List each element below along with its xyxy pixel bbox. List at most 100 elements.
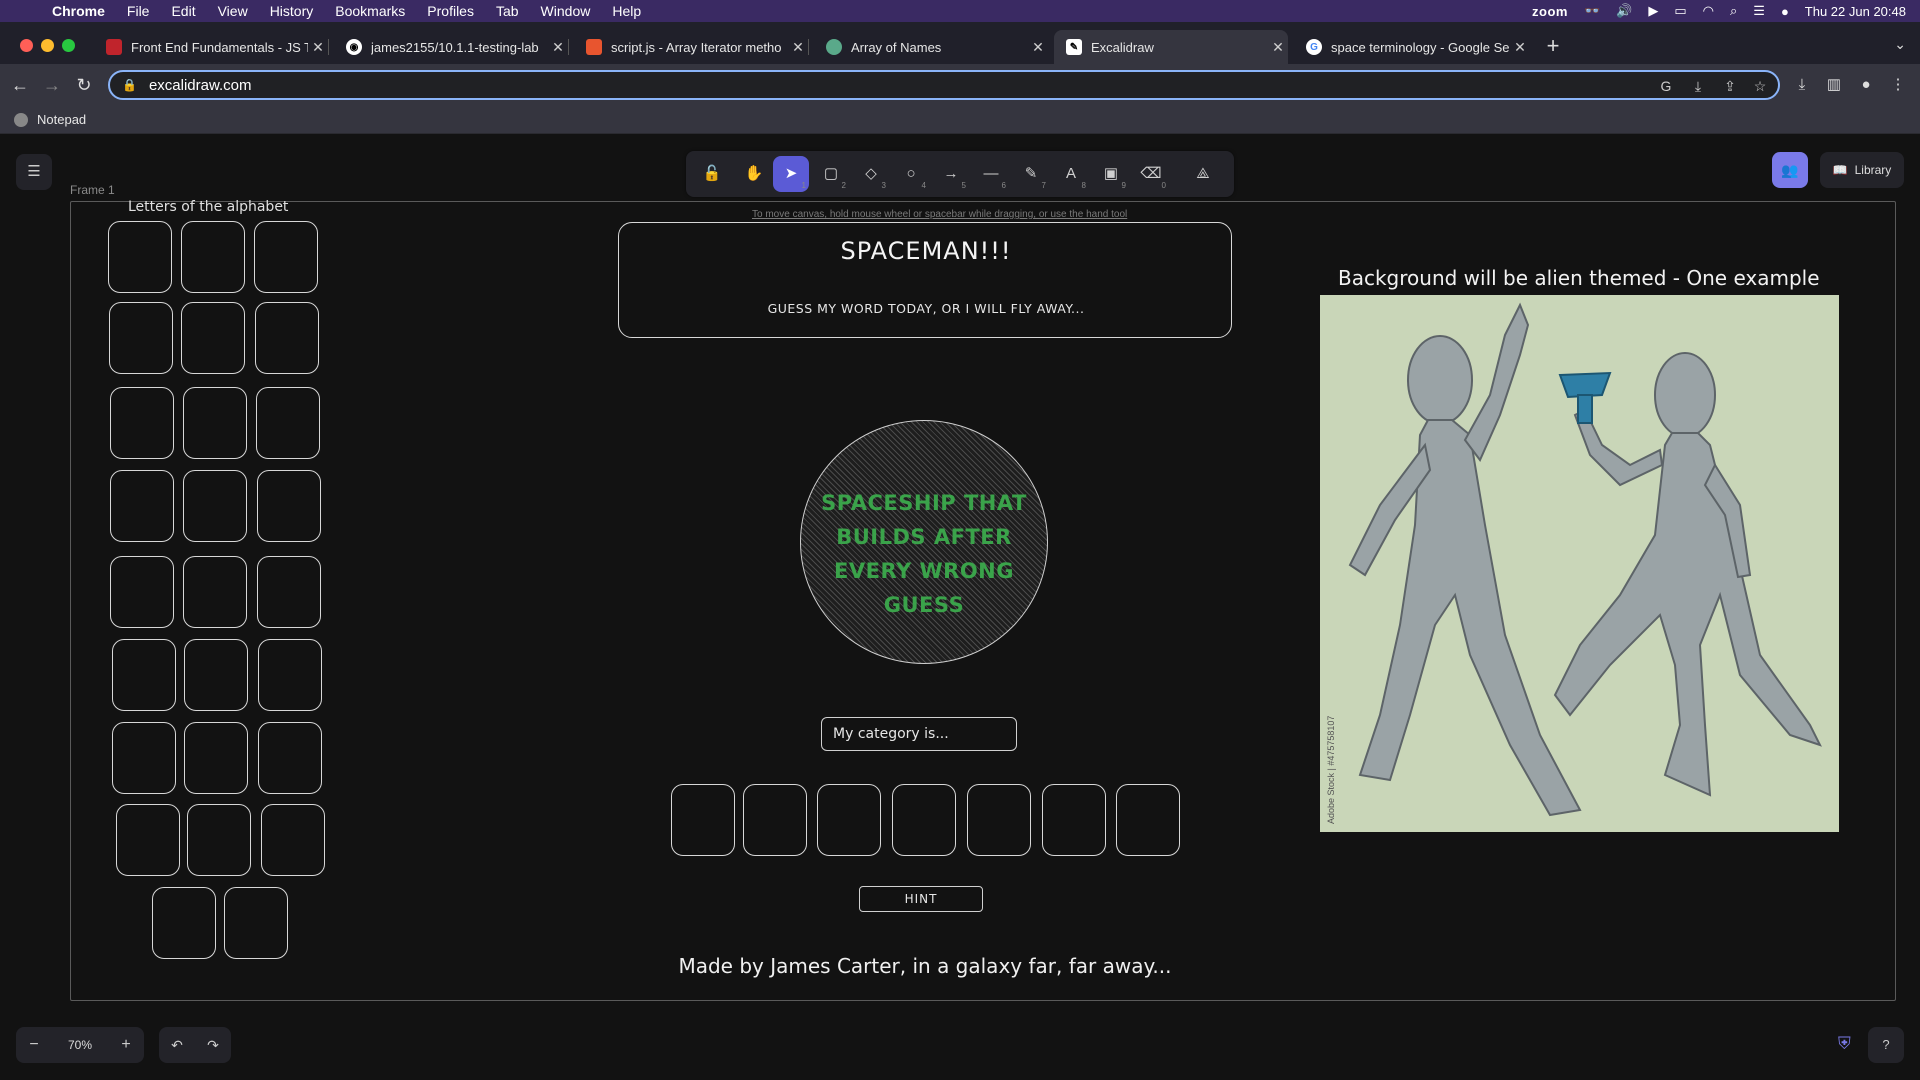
menu-help[interactable]: Help <box>612 3 641 19</box>
menu-file[interactable]: File <box>127 3 150 19</box>
library-button[interactable]: 📖 Library <box>1820 152 1904 188</box>
address-bar[interactable]: 🔒 excalidraw.com G ⤓ ⇪ ☆ <box>108 70 1780 100</box>
letter-box[interactable] <box>258 722 322 794</box>
profile-icon[interactable]: ● <box>1854 73 1878 97</box>
letter-box[interactable] <box>254 221 318 293</box>
tab-github-repo[interactable]: ◉ james2155/10.1.1-testing-lab ✕ <box>334 30 569 64</box>
close-tab-icon[interactable]: ✕ <box>1510 39 1530 56</box>
close-tab-icon[interactable]: ✕ <box>1028 39 1048 56</box>
tab-script-js[interactable]: script.js - Array Iterator metho ✕ <box>574 30 809 64</box>
letter-box[interactable] <box>110 556 174 628</box>
arrow-tool-icon[interactable]: → 5 <box>933 156 969 192</box>
eraser-tool-icon[interactable]: ⌫ 0 <box>1133 156 1169 192</box>
letter-box[interactable] <box>181 302 245 374</box>
tab-array-of-names[interactable]: Array of Names ✕ <box>814 30 1048 64</box>
word-slot[interactable] <box>743 784 807 856</box>
clock[interactable]: Thu 22 Jun 20:48 <box>1805 4 1906 19</box>
footer-credit[interactable]: Made by James Carter, in a galaxy far, f… <box>560 954 1290 978</box>
letter-box[interactable] <box>187 804 251 876</box>
frame-label[interactable]: Frame 1 <box>70 183 115 197</box>
letter-box[interactable] <box>184 722 248 794</box>
tab-search-chevron-icon[interactable]: ⌄ <box>1894 36 1906 53</box>
close-window-button[interactable] <box>20 39 33 52</box>
letter-box[interactable] <box>256 387 320 459</box>
letter-box[interactable] <box>152 887 216 959</box>
close-tab-icon[interactable]: ✕ <box>548 39 568 56</box>
menu-bookmarks[interactable]: Bookmarks <box>335 3 405 19</box>
hint-button[interactable]: HINT <box>859 886 983 912</box>
letter-box[interactable] <box>110 387 174 459</box>
text-tool-icon[interactable]: A8 <box>1053 156 1089 192</box>
menu-profiles[interactable]: Profiles <box>427 3 474 19</box>
letter-box[interactable] <box>258 639 322 711</box>
menu-view[interactable]: View <box>218 3 248 19</box>
control-center-icon[interactable]: ☰ <box>1753 3 1765 19</box>
close-tab-icon[interactable]: ✕ <box>1268 39 1288 56</box>
letter-box[interactable] <box>181 221 245 293</box>
word-slot[interactable] <box>817 784 881 856</box>
line-tool-icon[interactable]: —6 <box>973 156 1009 192</box>
siri-icon[interactable]: ● <box>1781 4 1789 19</box>
play-icon[interactable]: ▶ <box>1648 3 1658 19</box>
menu-app-name[interactable]: Chrome <box>52 3 105 19</box>
letters-title[interactable]: Letters of the alphabet <box>128 199 288 215</box>
letter-box[interactable] <box>183 556 247 628</box>
bookmark-notepad[interactable]: Notepad <box>14 112 86 127</box>
new-tab-button[interactable]: + <box>1540 34 1566 60</box>
share-icon[interactable]: ⇪ <box>1720 76 1740 96</box>
glasses-icon[interactable]: 👓 <box>1584 3 1600 19</box>
main-menu-icon[interactable]: ☰ <box>16 154 52 190</box>
category-box[interactable]: My category is... <box>821 717 1017 751</box>
tab-google-search[interactable]: G space terminology - Google Se ✕ <box>1294 30 1530 64</box>
letter-box[interactable] <box>108 221 172 293</box>
tab-front-end-fundamentals[interactable]: Front End Fundamentals - JS T ✕ <box>94 30 329 64</box>
background-caption[interactable]: Background will be alien themed - One ex… <box>1338 266 1820 290</box>
zoom-level[interactable]: 70% <box>52 1038 108 1052</box>
redo-icon[interactable]: ↷ <box>195 1027 231 1063</box>
letter-box[interactable] <box>183 387 247 459</box>
letter-box[interactable] <box>184 639 248 711</box>
letter-box[interactable] <box>116 804 180 876</box>
letter-box[interactable] <box>255 302 319 374</box>
zoom-status-icon[interactable]: zoom <box>1532 4 1568 19</box>
word-slot[interactable] <box>671 784 735 856</box>
address-url[interactable]: excalidraw.com <box>149 77 252 94</box>
letter-box[interactable] <box>257 556 321 628</box>
word-slot[interactable] <box>1116 784 1180 856</box>
back-button[interactable]: ← <box>8 73 32 97</box>
letter-box[interactable] <box>112 639 176 711</box>
alien-example-image[interactable] <box>1320 295 1839 832</box>
letter-box[interactable] <box>183 470 247 542</box>
close-tab-icon[interactable]: ✕ <box>788 39 808 56</box>
hand-tool-icon[interactable]: ✋ <box>736 156 772 192</box>
more-menu-icon[interactable]: ⋮ <box>1886 73 1910 97</box>
google-lens-icon[interactable]: G <box>1656 76 1676 96</box>
bookmark-star-icon[interactable]: ☆ <box>1750 76 1770 96</box>
live-collaboration-button[interactable]: 👥 <box>1772 152 1808 188</box>
help-icon[interactable]: ? <box>1868 1027 1904 1063</box>
extra-tools-icon[interactable]: ⟁ <box>1185 156 1221 192</box>
zoom-in-button[interactable]: + <box>108 1036 144 1054</box>
word-slot[interactable] <box>892 784 956 856</box>
letter-box[interactable] <box>257 470 321 542</box>
rectangle-tool-icon[interactable]: ▢ 2 <box>813 156 849 192</box>
volume-icon[interactable]: 🔊 <box>1616 3 1632 19</box>
selection-tool-icon[interactable]: ➤ 1 <box>773 156 809 192</box>
wifi-icon[interactable]: ◠ <box>1703 3 1714 19</box>
word-slot[interactable] <box>1042 784 1106 856</box>
letter-box[interactable] <box>112 722 176 794</box>
title-panel[interactable]: SPACEMAN!!! GUESS MY WORD TODAY, OR I WI… <box>618 222 1232 338</box>
side-panel-icon[interactable]: ▥ <box>1822 73 1846 97</box>
menu-window[interactable]: Window <box>541 3 591 19</box>
maximize-window-button[interactable] <box>62 39 75 52</box>
menu-edit[interactable]: Edit <box>171 3 195 19</box>
spotlight-search-icon[interactable]: ⌕ <box>1730 3 1737 19</box>
minimize-window-button[interactable] <box>41 39 54 52</box>
battery-icon[interactable]: ▭ <box>1674 3 1686 19</box>
lock-icon[interactable]: 🔒 <box>122 78 137 92</box>
letter-box[interactable] <box>261 804 325 876</box>
word-slot[interactable] <box>967 784 1031 856</box>
pencil-tool-icon[interactable]: ✎ 7 <box>1013 156 1049 192</box>
excalidraw-canvas[interactable]: ☰ 🔓 ✋ ➤ 1 ▢ 2 ◇ 3 ○ 4 → 5 —6 ✎ 7 A8 ▣ 9 ⌫ 0 ⟁ 👥 … <box>0 134 1920 1080</box>
forward-button[interactable]: → <box>40 73 64 97</box>
